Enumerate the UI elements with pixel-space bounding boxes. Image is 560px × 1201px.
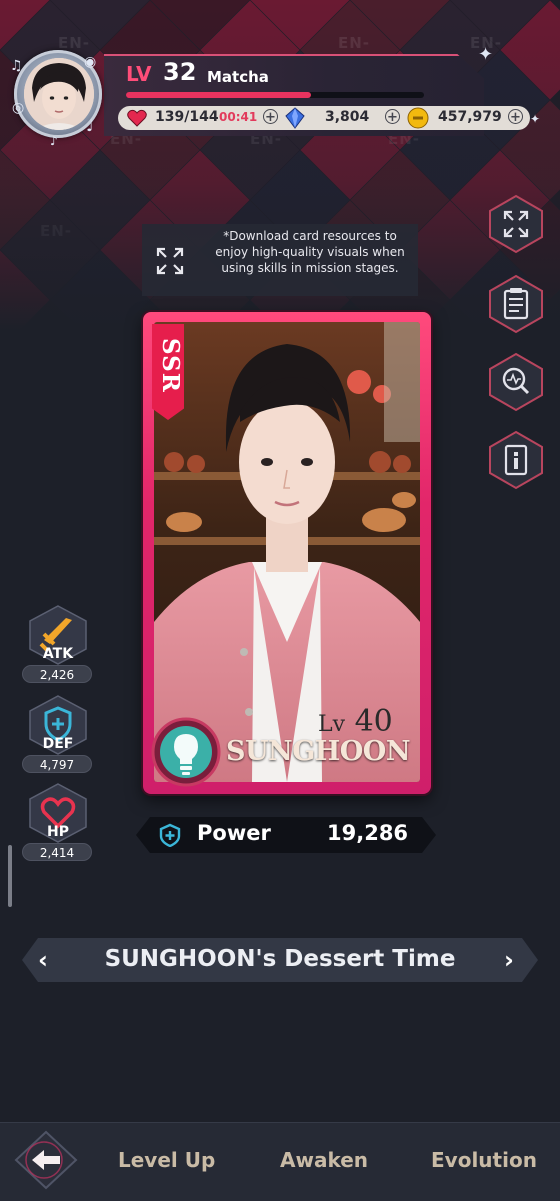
power-shield-icon bbox=[159, 823, 181, 847]
fullscreen-button[interactable] bbox=[488, 194, 544, 254]
card-info-button[interactable] bbox=[488, 430, 544, 490]
card-level-value: 40 bbox=[354, 704, 393, 739]
coin-icon bbox=[407, 107, 429, 129]
gem-count: 3,804 bbox=[325, 109, 370, 125]
xp-bar-fill bbox=[126, 92, 311, 98]
coin-count: 457,979 bbox=[438, 109, 502, 125]
atk-value: 2,426 bbox=[22, 665, 92, 683]
hp-value: 2,414 bbox=[22, 843, 92, 861]
back-button[interactable] bbox=[14, 1130, 78, 1190]
music-note-small-icon: ♪ bbox=[50, 134, 58, 148]
chevron-right-icon[interactable]: › bbox=[504, 946, 514, 974]
def-value: 4,797 bbox=[22, 755, 92, 773]
chevron-left-icon[interactable]: ‹ bbox=[38, 946, 48, 974]
card-details-button[interactable] bbox=[488, 274, 544, 334]
card-level: Lv 40 bbox=[318, 704, 393, 739]
expand-icon[interactable] bbox=[155, 246, 185, 276]
lightbulb-icon bbox=[151, 717, 221, 787]
gem-icon bbox=[285, 107, 305, 129]
def-label: DEF bbox=[42, 736, 74, 752]
awaken-tab[interactable]: Awaken bbox=[280, 1148, 368, 1172]
add-coins-button[interactable]: + bbox=[508, 109, 523, 125]
add-stamina-button[interactable]: + bbox=[263, 109, 278, 125]
stamina-value: 139/144 bbox=[155, 109, 219, 125]
zoom-inspect-button[interactable] bbox=[488, 352, 544, 412]
stamina-timer: 00:41 bbox=[219, 110, 258, 124]
rarity-label: SSR bbox=[157, 338, 184, 393]
speaker-icon: ◉ bbox=[84, 54, 97, 70]
sparkle-icon: ✦ bbox=[478, 44, 494, 65]
add-gems-button[interactable]: + bbox=[385, 109, 400, 125]
guitar-icon: ♩ bbox=[86, 116, 94, 135]
player-name: Matcha bbox=[207, 68, 269, 86]
level-up-tab[interactable]: Level Up bbox=[118, 1148, 215, 1172]
hp-label: HP bbox=[47, 824, 69, 840]
card-level-label: Lv bbox=[318, 712, 346, 737]
scrollbar[interactable] bbox=[8, 845, 12, 907]
evolution-tab[interactable]: Evolution bbox=[431, 1148, 537, 1172]
download-tip-text: *Download card resources to enjoy high-q… bbox=[215, 229, 405, 275]
heart-icon bbox=[127, 109, 147, 127]
sparkle-small-icon: ✦ bbox=[530, 112, 541, 126]
xp-bar bbox=[126, 92, 424, 98]
music-note-icon: ♫ bbox=[10, 58, 23, 74]
level-label: LV bbox=[126, 62, 152, 86]
card-title: SUNGHOON's Dessert Time bbox=[104, 946, 456, 972]
power-label: Power bbox=[197, 821, 271, 845]
headphones-icon: ◎ bbox=[12, 100, 25, 116]
card-member-name: SUNGHOON bbox=[226, 736, 411, 767]
player-level: 32 bbox=[163, 58, 197, 86]
power-value: 19,286 bbox=[327, 821, 409, 845]
atk-label: ATK bbox=[42, 646, 74, 662]
